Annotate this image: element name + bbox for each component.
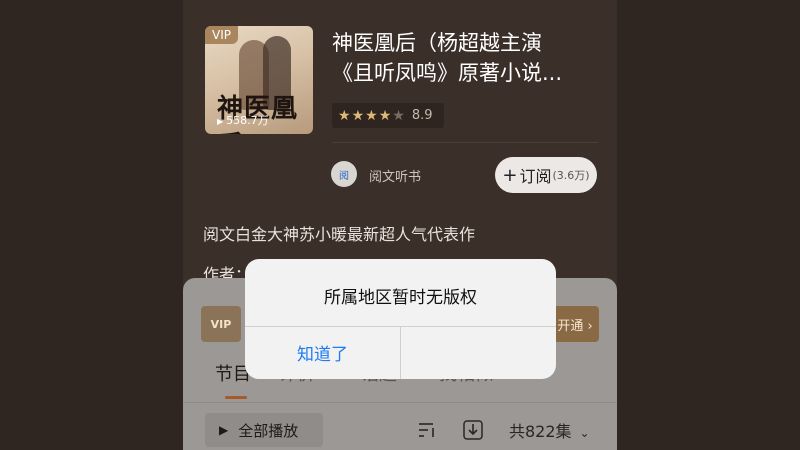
alert-secondary-button[interactable]: [401, 326, 556, 379]
alert-dialog: 所属地区暂时无版权 知道了: [245, 259, 556, 379]
modal-overlay: [0, 0, 800, 450]
confirm-button[interactable]: 知道了: [245, 326, 400, 379]
alert-message: 所属地区暂时无版权: [324, 288, 477, 308]
